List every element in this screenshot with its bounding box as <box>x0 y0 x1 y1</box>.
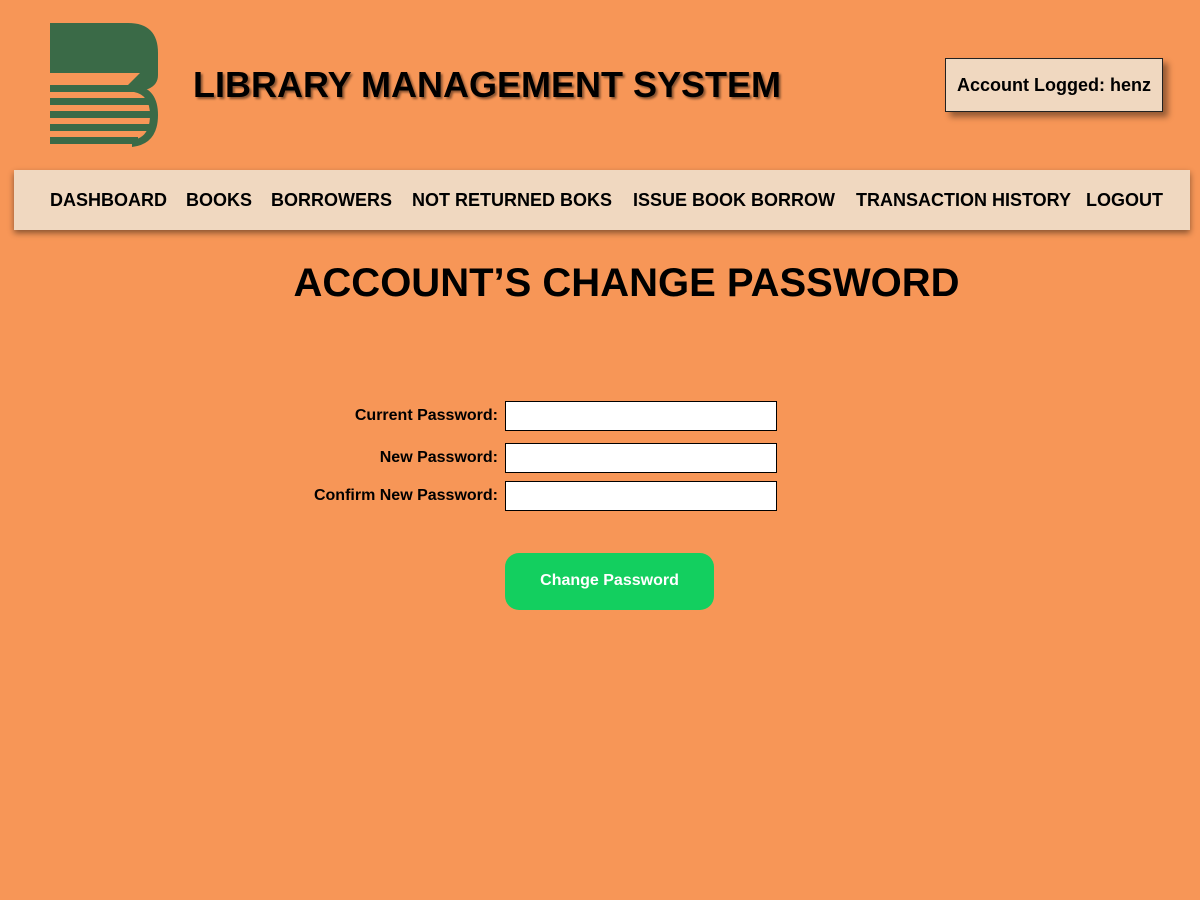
confirm-new-password-label: Confirm New Password: <box>313 487 498 504</box>
nav-item-books[interactable]: BOOKS <box>186 170 252 230</box>
change-password-button[interactable]: Change Password <box>505 553 714 610</box>
new-password-input[interactable] <box>505 443 777 473</box>
nav-item-borrowers[interactable]: BORROWERS <box>271 170 392 230</box>
account-logged-badge: Account Logged: henz <box>945 58 1163 112</box>
nav-item-not-returned-books[interactable]: NOT RETURNED BOKS <box>412 170 612 230</box>
page-title: ACCOUNT’S CHANGE PASSWORD <box>293 261 960 305</box>
current-password-label: Current Password: <box>354 407 498 424</box>
nav-item-logout[interactable]: LOGOUT <box>1086 170 1163 230</box>
account-logged-label: Account Logged: henz <box>957 74 1151 95</box>
library-book-logo-icon <box>50 23 158 147</box>
nav-item-dashboard[interactable]: DASHBOARD <box>50 170 167 230</box>
app-title: LIBRARY MANAGEMENT SYSTEM <box>193 64 782 105</box>
nav-item-issue-book-borrow[interactable]: ISSUE BOOK BORROW <box>633 170 835 230</box>
nav-item-transaction-history[interactable]: TRANSACTION HISTORY <box>856 170 1071 230</box>
confirm-new-password-input[interactable] <box>505 481 777 511</box>
main-navbar: DASHBOARD BOOKS BORROWERS NOT RETURNED B… <box>14 170 1190 230</box>
current-password-input[interactable] <box>505 401 777 431</box>
new-password-label: New Password: <box>379 449 498 466</box>
